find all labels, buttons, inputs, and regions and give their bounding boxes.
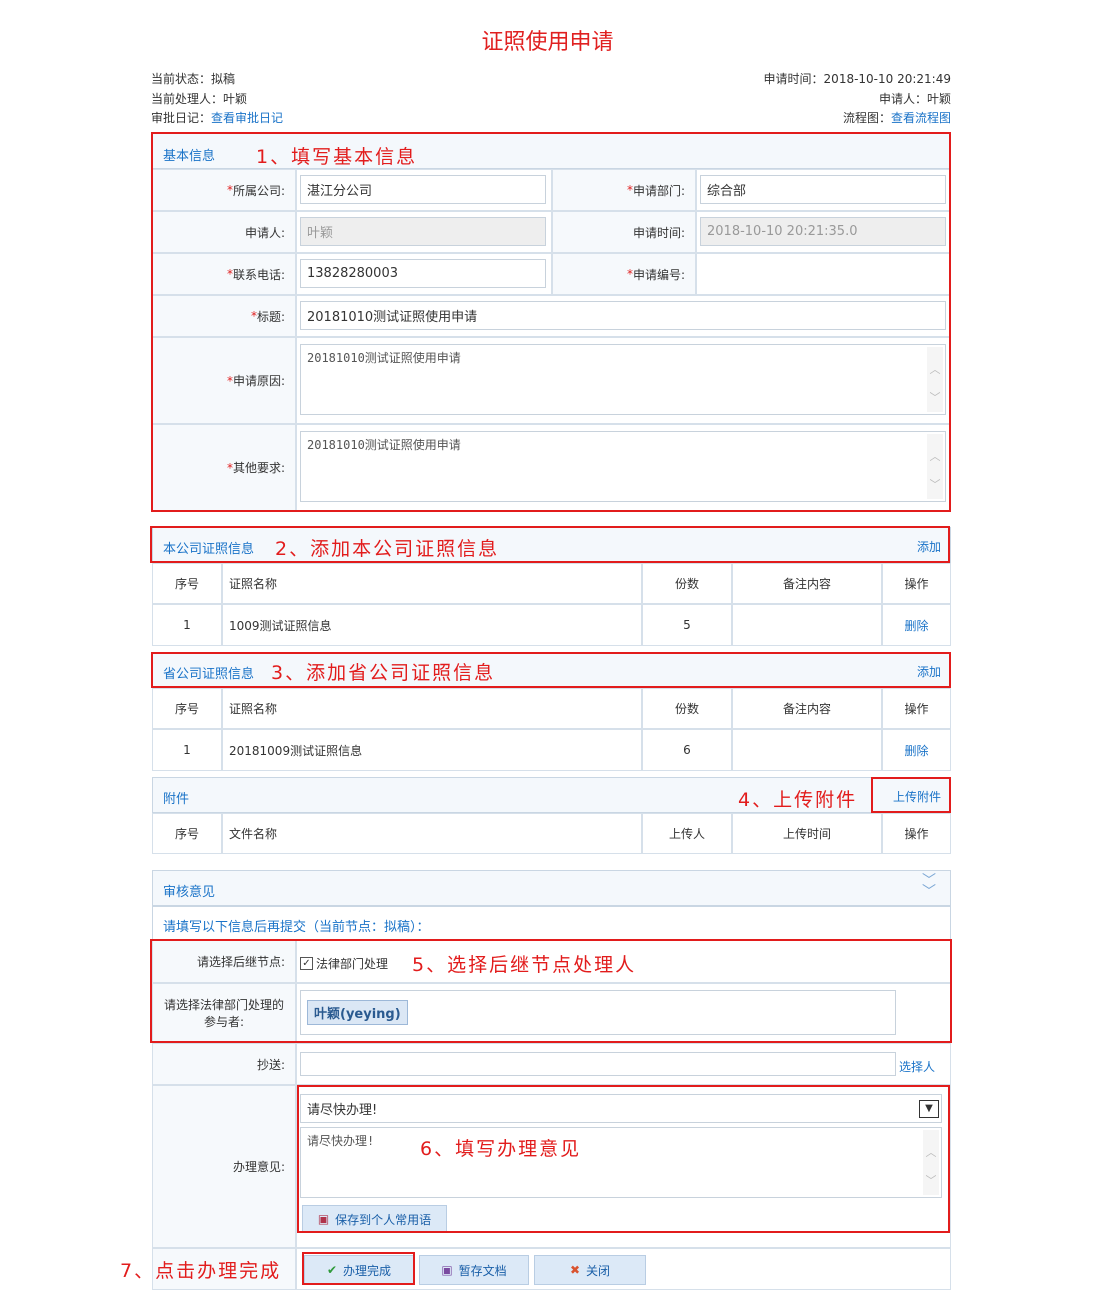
col-name: 证照名称 [222,563,642,604]
annotation-4: 4、上传附件 [738,789,858,811]
applicant-line: 申请人：叶颖 [700,90,951,107]
table-row-name: 20181009测试证照信息 [222,729,642,771]
table-row-note [732,729,882,771]
col-no: 序号 [152,813,222,854]
col-name: 证照名称 [222,688,642,729]
highlight-box-5 [150,939,952,1043]
handler-label: 当前处理人： [151,92,224,106]
floppy-icon: ▣ [441,1263,453,1277]
table-row-note [732,604,882,646]
applicant-value: 叶颖 [926,92,951,106]
status-value: 拟稿 [211,72,236,86]
save-draft-label: 暂存文档 [458,1263,507,1278]
table-row-no: 1 [152,604,222,646]
page-title: 证照使用申请 [481,30,614,55]
col-no: 序号 [152,563,222,604]
col-action: 操作 [882,813,951,854]
close-icon: ✖ [569,1263,581,1277]
table-row-count: 6 [642,729,732,771]
highlight-box-2 [150,526,950,563]
close-label: 关闭 [586,1263,611,1278]
delete-link[interactable]: 删除 [904,742,928,759]
col-upload-time: 上传时间 [732,813,882,854]
attachment-title: 附件 [163,792,190,807]
view-flow-link[interactable]: 查看流程图 [891,111,951,125]
col-file-name: 文件名称 [222,813,642,854]
collapse-icon[interactable]: ﹀ ﹀ [922,874,936,899]
time-value: 2018-10-10 20:21:49 [823,72,951,86]
highlight-box-7 [302,1252,415,1285]
col-count: 份数 [642,688,732,729]
col-action: 操作 [882,563,951,604]
save-draft-button[interactable]: ▣ 暂存文档 [419,1255,529,1285]
table-row-action: 删除 [882,604,951,646]
delete-link[interactable]: 删除 [904,617,928,634]
time-line: 申请时间：2018-10-10 20:21:49 [700,70,951,87]
highlight-box-3 [151,652,951,688]
select-person-link[interactable]: 选择人 [899,1058,935,1075]
status-label: 当前状态： [151,72,212,86]
col-no: 序号 [152,688,222,729]
status-line: 当前状态：拟稿 [151,70,235,87]
applicant-label: 申请人： [878,92,927,106]
flow-label: 流程图： [842,111,891,125]
handler-value: 叶颖 [223,92,248,106]
table-row-name: 1009测试证照信息 [222,604,642,646]
log-line: 审批日记：查看审批日记 [151,109,283,126]
cc-input[interactable] [300,1052,896,1076]
col-uploader: 上传人 [642,813,732,854]
opinion-label: 办理意见: [152,1085,296,1248]
flow-line: 流程图：查看流程图 [700,109,951,126]
log-label: 审批日记： [151,111,212,125]
highlight-box-1 [151,132,951,512]
col-count: 份数 [642,563,732,604]
review-prompt: 请填写以下信息后再提交（当前节点：拟稿）： [163,920,430,935]
review-header[interactable] [152,870,951,906]
col-note: 备注内容 [732,563,882,604]
col-action: 操作 [882,688,951,729]
close-button[interactable]: ✖ 关闭 [534,1255,646,1285]
view-log-link[interactable]: 查看审批日记 [211,111,283,125]
time-label: 申请时间： [763,72,824,86]
upload-attachment-link[interactable]: 上传附件 [893,788,941,805]
annotation-7: 7、点击办理完成 [120,1260,282,1282]
col-note: 备注内容 [732,688,882,729]
handler-line: 当前处理人：叶颖 [151,90,247,107]
cc-label: 抄送: [152,1043,296,1085]
table-row-action: 删除 [882,729,951,771]
highlight-box-6 [297,1085,950,1233]
table-row-count: 5 [642,604,732,646]
review-title: 审核意见 [163,885,216,900]
table-row-no: 1 [152,729,222,771]
